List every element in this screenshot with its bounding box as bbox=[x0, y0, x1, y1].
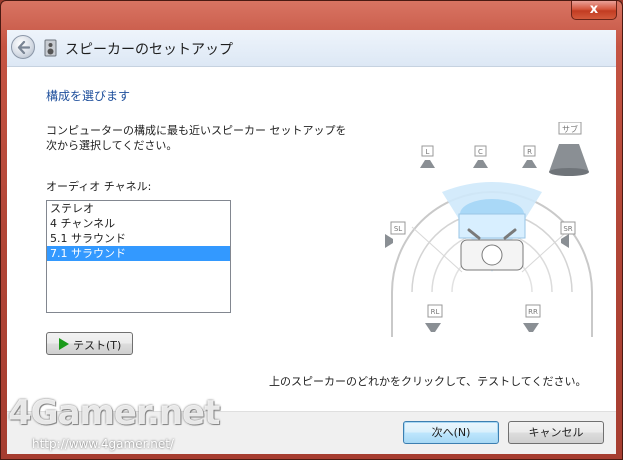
title-bar: スピーカーのセットアップ bbox=[7, 30, 616, 67]
back-arrow-icon bbox=[17, 41, 30, 54]
description-text: コンピューターの構成に最も近いスピーカー セットアップを次から選択してください。 bbox=[46, 124, 347, 152]
list-item[interactable]: ステレオ bbox=[47, 201, 230, 216]
audio-channels-label: オーディオ チャネル: bbox=[46, 180, 152, 193]
window-title: スピーカーのセットアップ bbox=[65, 42, 233, 58]
close-button[interactable]: x bbox=[571, 1, 617, 20]
next-button[interactable]: 次へ(N) bbox=[403, 421, 499, 444]
list-item[interactable]: 4 チャンネル bbox=[47, 216, 230, 231]
speaker-diagram: サブ L C R SL SR RL RR bbox=[385, 122, 593, 337]
speaker-RL-label: RL bbox=[431, 308, 440, 316]
speaker-SR-label: SR bbox=[563, 225, 572, 233]
speaker-C-label: C bbox=[478, 148, 483, 156]
test-button-label: テスト(T) bbox=[73, 339, 122, 352]
page-heading: 構成を選びます bbox=[46, 89, 131, 103]
instruction-text: 上のスピーカーのどれかをクリックして、テストしてください。 bbox=[269, 375, 587, 388]
speaker-L-label: L bbox=[426, 148, 430, 156]
back-button[interactable] bbox=[11, 35, 35, 59]
watermark-logo: 4Gamer.net bbox=[8, 393, 220, 433]
audio-channels-listbox[interactable]: ステレオ 4 チャンネル 5.1 サラウンド 7.1 サラウンド bbox=[46, 200, 231, 313]
list-item[interactable]: 5.1 サラウンド bbox=[47, 231, 230, 246]
speaker-RR-label: RR bbox=[528, 308, 538, 316]
subwoofer-label: サブ bbox=[562, 124, 578, 134]
test-button[interactable]: テスト(T) bbox=[46, 332, 133, 355]
watermark-url: http://www.4gamer.net/ bbox=[32, 437, 174, 451]
cancel-button[interactable]: キャンセル bbox=[508, 421, 604, 444]
play-icon bbox=[59, 338, 69, 350]
content-panel: 構成を選びます コンピューターの構成に最も近いスピーカー セットアップを次から選… bbox=[7, 67, 616, 411]
speaker-app-icon bbox=[44, 39, 57, 57]
list-item-selected[interactable]: 7.1 サラウンド bbox=[47, 246, 230, 261]
speaker-SL-label: SL bbox=[394, 225, 402, 233]
speaker-R-label: R bbox=[527, 148, 532, 156]
